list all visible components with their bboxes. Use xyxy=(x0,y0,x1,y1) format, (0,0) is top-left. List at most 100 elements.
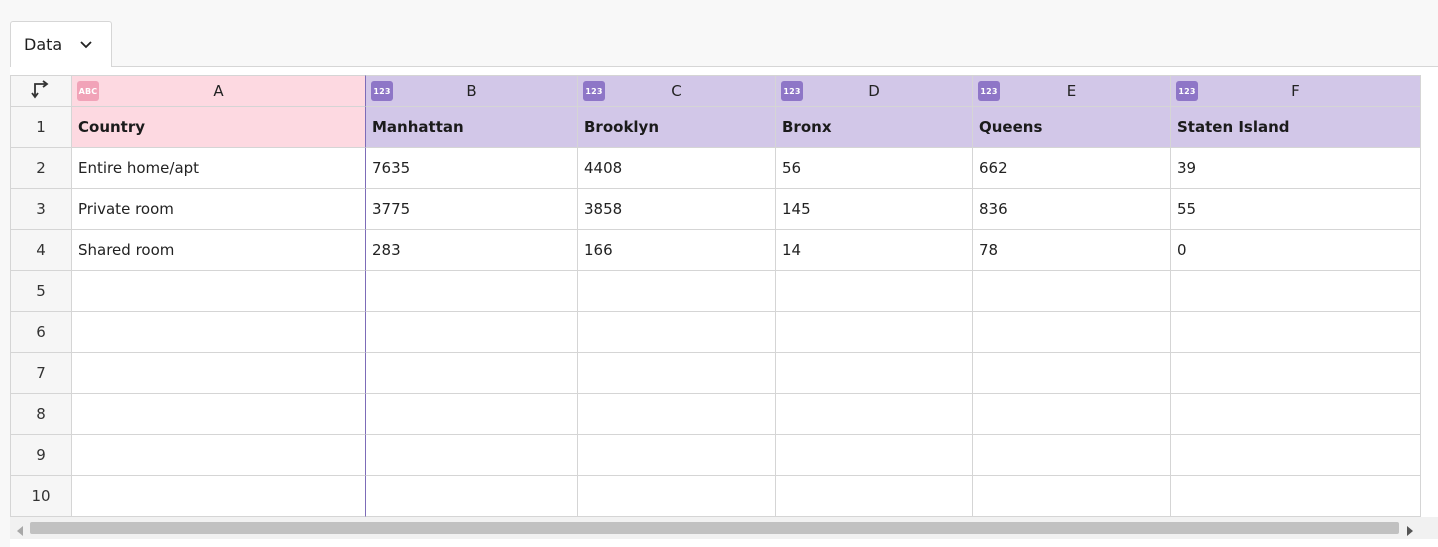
scroll-left-icon[interactable] xyxy=(16,522,24,541)
number-type-badge: 123 xyxy=(371,81,393,101)
table-cell[interactable]: 7635 xyxy=(366,148,578,189)
table-cell[interactable] xyxy=(366,435,578,476)
number-type-badge: 123 xyxy=(1176,81,1198,101)
column-header-e[interactable]: 123 E xyxy=(973,75,1171,107)
header-cell[interactable]: Brooklyn xyxy=(578,107,776,148)
table-row: 4 Shared room 283 166 14 78 0 xyxy=(10,230,1421,271)
horizontal-scrollbar[interactable] xyxy=(10,517,1438,539)
table-cell[interactable] xyxy=(578,353,776,394)
table-cell[interactable] xyxy=(72,312,366,353)
table-cell[interactable] xyxy=(1171,271,1421,312)
header-cell[interactable]: Manhattan xyxy=(366,107,578,148)
table-cell[interactable] xyxy=(578,394,776,435)
scrollbar-thumb[interactable] xyxy=(30,522,1399,534)
table-cell[interactable]: 836 xyxy=(973,189,1171,230)
row-number[interactable]: 10 xyxy=(10,476,72,517)
table-cell[interactable] xyxy=(1171,312,1421,353)
column-header-c[interactable]: 123 C xyxy=(578,75,776,107)
column-header-a[interactable]: ABC A xyxy=(72,75,366,107)
table-cell[interactable] xyxy=(1171,435,1421,476)
table-cell[interactable] xyxy=(366,394,578,435)
chevron-down-icon[interactable] xyxy=(79,40,93,50)
table-cell[interactable] xyxy=(1171,394,1421,435)
row-number[interactable]: 1 xyxy=(10,107,72,148)
table-cell[interactable]: 662 xyxy=(973,148,1171,189)
table-cell[interactable] xyxy=(973,271,1171,312)
row-number[interactable]: 4 xyxy=(10,230,72,271)
table-cell[interactable]: 283 xyxy=(366,230,578,271)
table-cell[interactable]: 3775 xyxy=(366,189,578,230)
row-number[interactable]: 7 xyxy=(10,353,72,394)
header-cell[interactable]: Bronx xyxy=(776,107,973,148)
table-cell[interactable] xyxy=(776,353,973,394)
table-cell[interactable]: 0 xyxy=(1171,230,1421,271)
table-cell[interactable] xyxy=(973,312,1171,353)
table-row: 5 xyxy=(10,271,1421,312)
table-cell[interactable]: 55 xyxy=(1171,189,1421,230)
table-cell[interactable] xyxy=(366,353,578,394)
column-letter: E xyxy=(1066,82,1077,100)
table-cell[interactable] xyxy=(72,271,366,312)
tab-data[interactable]: Data xyxy=(10,21,112,67)
column-header-b[interactable]: 123 B xyxy=(366,75,578,107)
table-cell[interactable]: Private room xyxy=(72,189,366,230)
column-header-f[interactable]: 123 F xyxy=(1171,75,1421,107)
column-letter: D xyxy=(868,82,880,100)
header-cell[interactable]: Staten Island xyxy=(1171,107,1421,148)
table-cell[interactable] xyxy=(578,476,776,517)
column-letter: C xyxy=(671,82,682,100)
table-cell[interactable]: 4408 xyxy=(578,148,776,189)
table-cell[interactable] xyxy=(973,435,1171,476)
table-cell[interactable] xyxy=(578,271,776,312)
grid-body: 1 Country Manhattan Brooklyn Bronx Queens Stat… xyxy=(10,107,1421,517)
table-cell[interactable] xyxy=(776,435,973,476)
table-cell[interactable]: 39 xyxy=(1171,148,1421,189)
table-cell[interactable] xyxy=(1171,353,1421,394)
table-row: 10 xyxy=(10,476,1421,517)
table-cell[interactable] xyxy=(973,394,1171,435)
table-cell[interactable]: 14 xyxy=(776,230,973,271)
header-cell[interactable]: Country xyxy=(72,107,366,148)
table-cell[interactable] xyxy=(366,312,578,353)
table-cell[interactable] xyxy=(776,394,973,435)
table-cell[interactable] xyxy=(1171,476,1421,517)
row-number[interactable]: 2 xyxy=(10,148,72,189)
table-cell[interactable] xyxy=(776,312,973,353)
row-number[interactable]: 5 xyxy=(10,271,72,312)
number-type-badge: 123 xyxy=(978,81,1000,101)
column-letter: B xyxy=(466,82,477,100)
row-number[interactable]: 8 xyxy=(10,394,72,435)
header-cell[interactable]: Queens xyxy=(973,107,1171,148)
table-cell[interactable] xyxy=(366,476,578,517)
column-header-d[interactable]: 123 D xyxy=(776,75,973,107)
table-row: 9 xyxy=(10,435,1421,476)
column-letter: A xyxy=(213,82,224,100)
table-cell[interactable] xyxy=(776,476,973,517)
table-cell[interactable]: Shared room xyxy=(72,230,366,271)
transpose-button[interactable] xyxy=(10,75,72,107)
data-editor: Data ABC A 123 B 123 C 123 D 123 E 123 F… xyxy=(0,0,1438,547)
row-number[interactable]: 6 xyxy=(10,312,72,353)
table-cell[interactable] xyxy=(72,476,366,517)
row-number[interactable]: 3 xyxy=(10,189,72,230)
table-cell[interactable]: 145 xyxy=(776,189,973,230)
table-cell[interactable] xyxy=(72,353,366,394)
table-cell[interactable] xyxy=(578,312,776,353)
table-cell[interactable] xyxy=(973,353,1171,394)
table-cell[interactable]: 166 xyxy=(578,230,776,271)
table-cell[interactable] xyxy=(973,476,1171,517)
table-row: 6 xyxy=(10,312,1421,353)
table-cell[interactable]: Entire home/apt xyxy=(72,148,366,189)
scroll-right-icon[interactable] xyxy=(1406,522,1414,541)
table-cell[interactable] xyxy=(578,435,776,476)
table-cell[interactable] xyxy=(72,394,366,435)
table-cell[interactable]: 78 xyxy=(973,230,1171,271)
table-cell[interactable] xyxy=(366,271,578,312)
table-row: 7 xyxy=(10,353,1421,394)
table-cell[interactable] xyxy=(72,435,366,476)
column-letter: F xyxy=(1291,82,1300,100)
row-number[interactable]: 9 xyxy=(10,435,72,476)
table-cell[interactable]: 3858 xyxy=(578,189,776,230)
table-cell[interactable]: 56 xyxy=(776,148,973,189)
table-cell[interactable] xyxy=(776,271,973,312)
